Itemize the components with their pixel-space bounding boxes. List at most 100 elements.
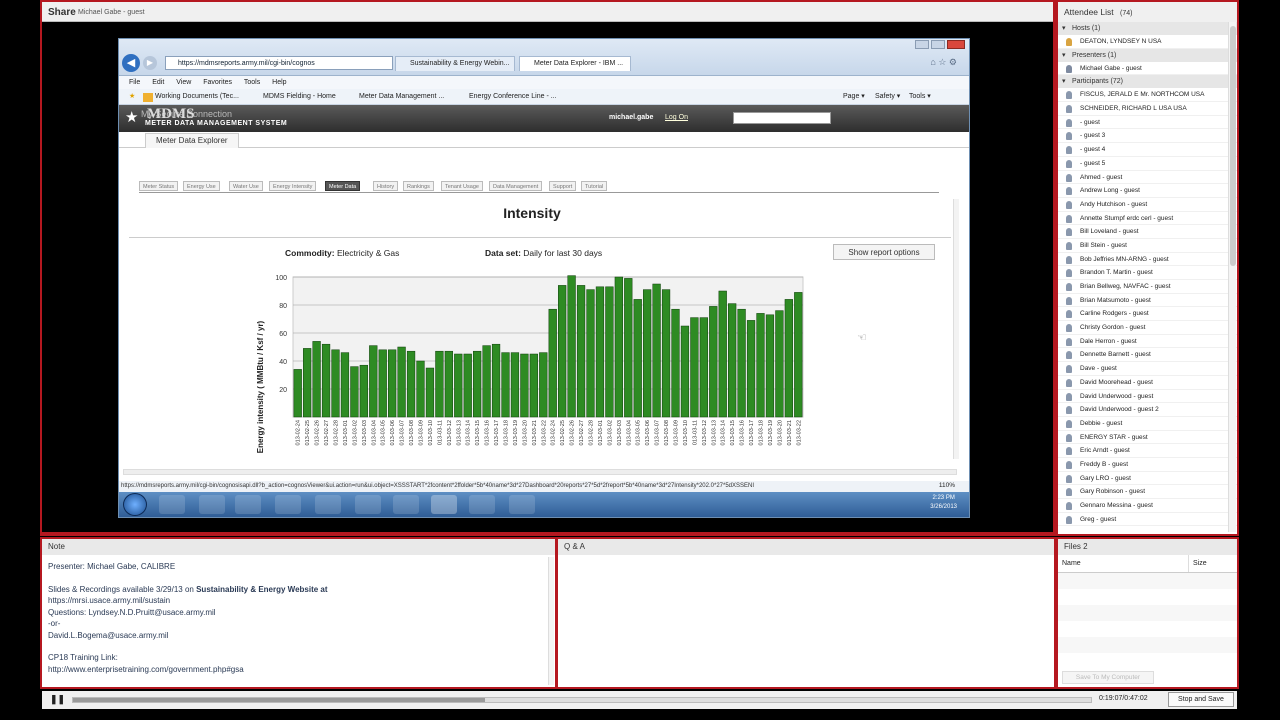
attendee-row[interactable]: Bill Stein - guest — [1058, 239, 1237, 253]
subtab-tutorial[interactable]: Tutorial — [581, 181, 608, 191]
note-scrollbar[interactable] — [548, 557, 554, 685]
attendee-scrollbar[interactable] — [1228, 22, 1236, 532]
home-star-gear-icons[interactable]: ⌂ ☆ ⚙ — [930, 57, 957, 68]
cmd-safety[interactable]: Safety ▾ — [875, 89, 900, 105]
tab-meter-data-explorer-app[interactable]: Meter Data Explorer — [145, 133, 239, 148]
media-taskbar-icon[interactable] — [235, 495, 261, 514]
files-col-name[interactable]: Name — [1058, 555, 1188, 572]
address-bar[interactable]: https://mdmsreports.army.mil/cgi-bin/cog… — [165, 56, 393, 70]
attendee-row[interactable]: Dennette Barnett - guest — [1058, 348, 1237, 363]
attendee-row[interactable]: Annette Stumpf erdc cerl - guest — [1058, 212, 1237, 226]
participants-group[interactable]: Participants (72) — [1058, 75, 1237, 89]
favorite-item[interactable]: Energy Conference Line - ... — [469, 89, 557, 105]
favorite-item[interactable]: MDMS Fielding - Home — [263, 89, 336, 105]
note-training-url[interactable]: http://www.enterprisetraining.com/govern… — [48, 664, 549, 676]
mdms-search-input[interactable] — [733, 112, 831, 124]
note-slides-url[interactable]: https://mrsi.usace.army.mil/sustain — [48, 595, 549, 607]
attendee-row[interactable]: Brandon T. Martin - guest — [1058, 266, 1237, 280]
start-button-icon[interactable] — [123, 493, 147, 516]
forward-icon[interactable]: ▶ — [143, 56, 157, 70]
attendee-row[interactable]: Brian Matsumoto - guest — [1058, 294, 1237, 308]
attendee-row[interactable]: DEATON, LYNDSEY N USA — [1058, 35, 1237, 49]
attendee-row[interactable]: Dave - guest — [1058, 362, 1237, 376]
menu-edit[interactable]: Edit — [152, 79, 164, 86]
pause-icon[interactable]: ❚❚ — [50, 694, 65, 705]
attendee-row[interactable]: Dale Herron - guest — [1058, 335, 1237, 349]
outlook-taskbar-icon[interactable] — [275, 495, 301, 514]
lync-taskbar-icon[interactable] — [431, 495, 457, 514]
attendee-row[interactable]: FISCUS, JERALD E Mr. NORTHCOM USA — [1058, 88, 1237, 103]
favorites-star-icon[interactable]: ★ — [129, 89, 135, 105]
playback-progress[interactable] — [72, 697, 1092, 703]
attendee-row[interactable]: Debbie - guest — [1058, 417, 1237, 431]
attendee-row[interactable]: Bob Jeffries MN-ARNG - guest — [1058, 253, 1237, 267]
firefox-taskbar-icon[interactable] — [393, 495, 419, 514]
attendee-row[interactable]: Eric Arndt - guest — [1058, 444, 1237, 458]
minimize-icon[interactable] — [915, 40, 929, 49]
zoom-level[interactable]: 110% — [934, 482, 955, 489]
attendee-row[interactable]: Gary Robinson - guest — [1058, 485, 1237, 499]
cmd-tools[interactable]: Tools ▾ — [909, 89, 931, 105]
tab-sustainability[interactable]: Sustainability & Energy Webin... — [395, 56, 515, 71]
attendee-row[interactable]: - guest 4 — [1058, 143, 1237, 157]
attendee-row[interactable]: Carline Rodgers - guest — [1058, 307, 1237, 322]
attendee-row[interactable]: - guest 3 — [1058, 129, 1237, 144]
stop-and-save-button[interactable]: Stop and Save — [1168, 692, 1234, 707]
subtab-water-use[interactable]: Water Use — [229, 181, 263, 191]
subtab-meter-data[interactable]: Meter Data — [325, 181, 361, 191]
tab-meter-data-explorer[interactable]: Meter Data Explorer - IBM ... — [519, 56, 631, 71]
paint-taskbar-icon[interactable] — [315, 495, 341, 514]
menu-favorites[interactable]: Favorites — [203, 79, 232, 86]
attendee-row[interactable]: Michael Gabe - guest — [1058, 62, 1237, 76]
subtab-support[interactable]: Support — [549, 181, 577, 191]
menu-tools[interactable]: Tools — [244, 79, 260, 86]
attendee-row[interactable]: - guest — [1058, 116, 1237, 130]
attendee-row[interactable]: Andrew Long - guest — [1058, 184, 1237, 198]
subtab-history[interactable]: History — [373, 181, 399, 191]
hosts-group[interactable]: Hosts (1) — [1058, 22, 1237, 35]
attendee-row[interactable]: David Underwood - guest — [1058, 390, 1237, 404]
attendee-row[interactable]: Gary LRO - guest — [1058, 472, 1237, 486]
powerpoint-taskbar-icon[interactable] — [469, 495, 495, 514]
close-window-icon[interactable] — [947, 40, 965, 49]
attendee-row[interactable]: SCHNEIDER, RICHARD L USA USA — [1058, 102, 1237, 116]
attendee-row[interactable]: David Moorehead - guest — [1058, 376, 1237, 390]
attendee-row[interactable]: Freddy B - guest — [1058, 458, 1237, 472]
subtab-meter-status[interactable]: Meter Status — [139, 181, 179, 191]
menu-help[interactable]: Help — [272, 79, 286, 86]
show-report-options-button[interactable]: Show report options — [833, 244, 935, 260]
presenters-group[interactable]: Presenters (1) — [1058, 48, 1237, 62]
page-scrollbar[interactable] — [953, 199, 959, 459]
attendee-row[interactable]: ENERGY STAR - guest — [1058, 431, 1237, 445]
menu-file[interactable]: File — [129, 79, 140, 86]
attendee-row[interactable]: Ahmed - guest — [1058, 171, 1237, 185]
maximize-icon[interactable] — [931, 40, 945, 49]
favorite-item[interactable]: Working Documents (Tec... — [155, 89, 239, 105]
cmd-page[interactable]: Page ▾ — [843, 89, 865, 105]
subtab-tenant-usage[interactable]: Tenant Usage — [441, 181, 483, 191]
notepad-taskbar-icon[interactable] — [355, 495, 381, 514]
attendee-row[interactable]: Brian Bellweg, NAVFAC - guest — [1058, 280, 1237, 294]
attendee-row[interactable]: Gennaro Messina - guest — [1058, 499, 1237, 513]
subtab-rankings[interactable]: Rankings — [403, 181, 434, 191]
horizontal-scrollbar[interactable] — [123, 469, 957, 475]
attendee-row[interactable]: Greg - guest — [1058, 513, 1237, 527]
attendee-row[interactable]: - guest 5 — [1058, 157, 1237, 171]
attendee-row[interactable]: Andy Hutchison - guest — [1058, 198, 1237, 212]
attendee-row[interactable]: Bill Loveland - guest — [1058, 225, 1237, 239]
favorite-item[interactable]: Meter Data Management ... — [359, 89, 444, 105]
subtab-data-management[interactable]: Data Management — [489, 181, 543, 191]
explorer-taskbar-icon[interactable] — [199, 495, 225, 514]
attendee-row[interactable]: David Underwood - guest 2 — [1058, 403, 1237, 417]
files-col-size[interactable]: Size — [1188, 555, 1207, 572]
subtab-energy-use[interactable]: Energy Use — [183, 181, 220, 191]
note-email2[interactable]: David.L.Bogema@usace.army.mil — [48, 630, 549, 642]
logon-link[interactable]: Log On — [665, 114, 688, 121]
back-icon[interactable]: ◀ — [122, 54, 140, 72]
menu-view[interactable]: View — [176, 79, 191, 86]
save-to-computer-button[interactable]: Save To My Computer — [1062, 671, 1154, 684]
attendee-row[interactable]: Christy Gordon - guest — [1058, 321, 1237, 335]
printer-taskbar-icon[interactable] — [509, 495, 535, 514]
ie-taskbar-icon[interactable] — [159, 495, 185, 514]
subtab-energy-intensity[interactable]: Energy Intensity — [269, 181, 317, 191]
